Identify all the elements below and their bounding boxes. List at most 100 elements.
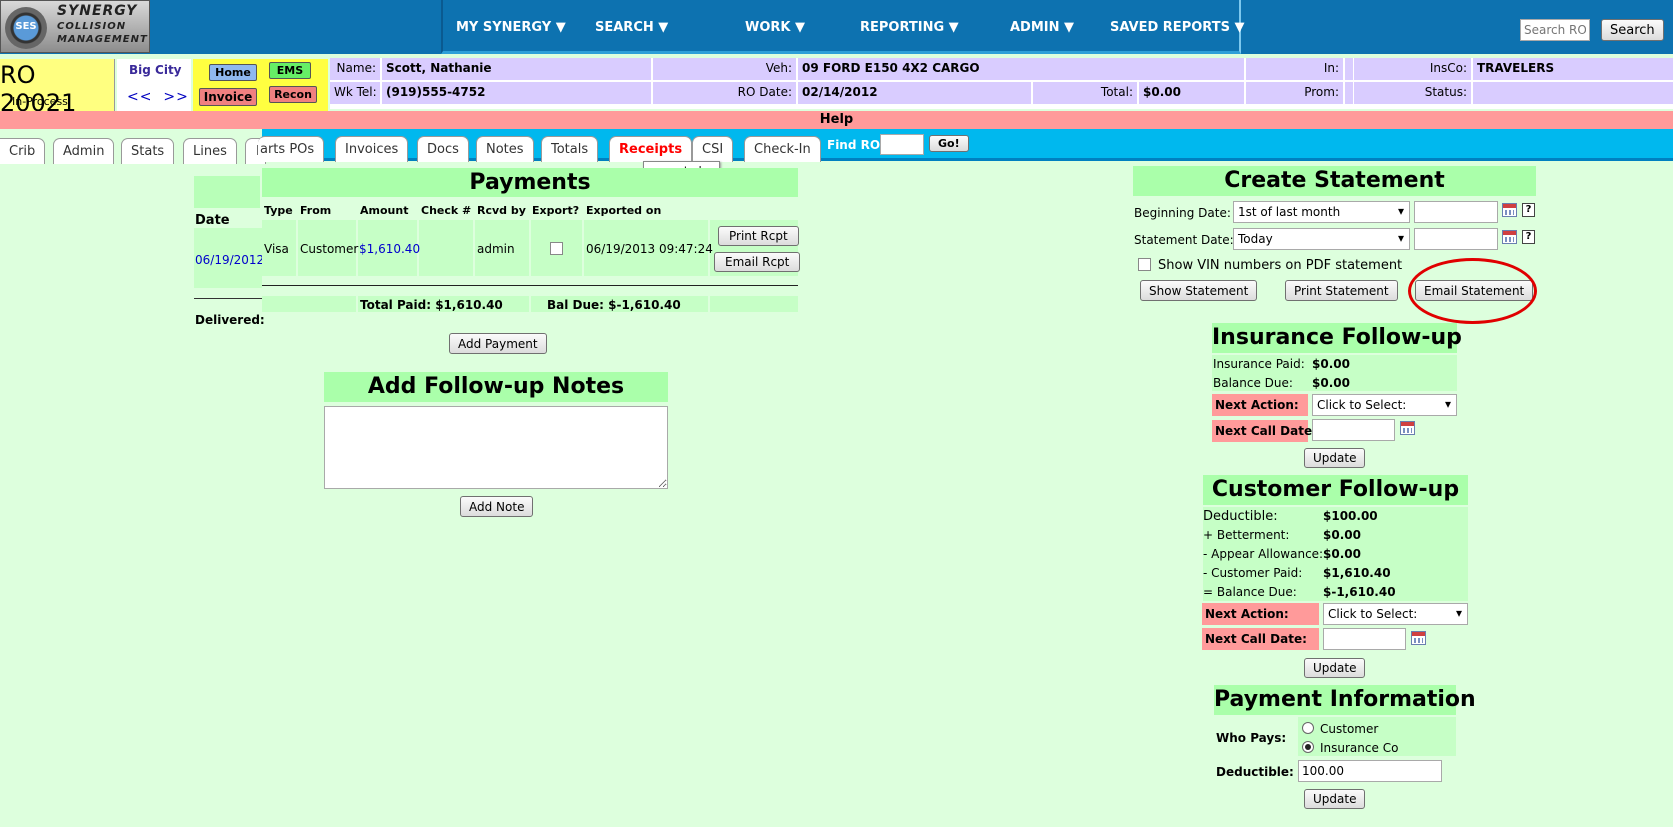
tab-totals[interactable]: Totals [541, 136, 599, 162]
customer-name: Scott, Nathanie [382, 58, 651, 80]
menu-search[interactable]: SEARCH ▼ [595, 20, 668, 35]
add-note-button[interactable]: Add Note [460, 496, 534, 517]
menu-work[interactable]: WORK ▼ [745, 20, 805, 35]
ro-info-grid: Name: Scott, Nathanie Veh: 09 FORD E150 … [330, 58, 1673, 109]
calendar-icon[interactable] [1400, 421, 1415, 435]
insurance-next-action-select[interactable]: Click to Select: [1312, 394, 1457, 416]
followup-notes-textarea[interactable] [324, 406, 668, 489]
print-statement-button[interactable]: Print Statement [1285, 280, 1398, 301]
city-name: Big City [129, 63, 182, 77]
deductible-input[interactable] [1298, 760, 1442, 782]
left-date-value[interactable]: 06/19/2012 [195, 253, 264, 267]
customer-betterment: $0.00 [1323, 528, 1361, 542]
delivered-label: Delivered: [195, 313, 265, 327]
deductible-label: Deductible: [1216, 765, 1294, 779]
ro-date: 02/14/2012 [798, 82, 1031, 104]
tab-check-in[interactable]: Check-In [744, 136, 821, 162]
calendar-icon[interactable] [1411, 631, 1426, 645]
menu-admin[interactable]: ADMIN ▼ [1010, 20, 1074, 35]
menu-my-synergy[interactable]: MY SYNERGY ▼ [456, 20, 566, 35]
find-ro-label: Find RO: [827, 138, 885, 152]
promised-date [1345, 82, 1353, 104]
customer-appear-allowance: $0.00 [1323, 547, 1361, 561]
export-checkbox[interactable] [550, 242, 563, 255]
customer-followup-title: Customer Follow-up [1203, 475, 1468, 505]
show-vin-checkbox[interactable] [1138, 258, 1151, 271]
menu-reporting[interactable]: REPORTING ▼ [860, 20, 959, 35]
insurance-company: TRAVELERS [1473, 58, 1673, 80]
tab-invoices[interactable]: Invoices [335, 136, 409, 162]
who-pays-insurance-radio[interactable] [1302, 741, 1314, 753]
payments-title: Payments [262, 168, 798, 197]
balance-due: Bal Due: $-1,610.40 [547, 298, 681, 312]
help-icon[interactable]: ? [1522, 203, 1535, 217]
ro-status-value [1473, 82, 1673, 104]
divider [194, 298, 262, 299]
tab-stats[interactable]: Stats [121, 138, 175, 164]
who-pays-label: Who Pays: [1216, 731, 1287, 745]
divider [262, 285, 798, 286]
customer-next-action-select[interactable]: Click to Select: [1323, 603, 1468, 625]
app-logo[interactable]: SES SYNERGY COLLISION MANAGEMENT [0, 0, 150, 53]
show-statement-button[interactable]: Show Statement [1140, 280, 1258, 301]
ems-button[interactable]: EMS [269, 62, 311, 79]
payment-amount[interactable]: $1,610.40 [359, 242, 420, 256]
insurance-update-button[interactable]: Update [1304, 448, 1366, 468]
ro-status: In-Process [12, 95, 68, 108]
tab-admin[interactable]: Admin [53, 138, 115, 164]
email-receipt-button[interactable]: Email Rcpt [714, 252, 801, 272]
recon-button[interactable]: Recon [269, 86, 317, 103]
ro-number: RO 20021 [0, 61, 77, 117]
who-pays-customer-radio[interactable] [1302, 722, 1314, 734]
in-date [1345, 58, 1353, 80]
invoice-button[interactable]: Invoice [199, 88, 257, 106]
tab-lines[interactable]: Lines [183, 138, 237, 164]
insurance-balance-due: $0.00 [1312, 376, 1350, 390]
help-bar[interactable]: Help [0, 111, 1673, 129]
menu-saved-reports[interactable]: SAVED REPORTS ▼ [1110, 20, 1244, 35]
tab-docs[interactable]: Docs [417, 136, 469, 162]
search-button[interactable]: Search [1601, 19, 1664, 41]
add-payment-button[interactable]: Add Payment [449, 333, 547, 354]
insurance-paid: $0.00 [1312, 357, 1350, 371]
next-ro-link[interactable]: >> [163, 89, 188, 105]
statement-date-input[interactable] [1414, 228, 1498, 250]
prev-ro-link[interactable]: << [127, 89, 152, 105]
insurance-followup-title: Insurance Follow-up [1212, 323, 1462, 353]
statement-date-label: Statement Date: [1134, 233, 1234, 247]
beginning-date-label: Beginning Date: [1134, 206, 1231, 220]
find-go-button[interactable]: Go! [929, 135, 969, 152]
left-panel-header [194, 176, 260, 208]
tab-notes[interactable]: Notes [476, 136, 534, 162]
ro-total: $0.00 [1139, 82, 1244, 104]
find-ro-input[interactable] [880, 134, 924, 155]
tab-receipts[interactable]: Receipts [609, 136, 693, 162]
highlight-circle [1408, 258, 1537, 324]
beginning-date-input[interactable] [1414, 201, 1498, 223]
customer-next-call-date-input[interactable] [1323, 628, 1406, 650]
vehicle: 09 FORD E150 4X2 CARGO [798, 58, 1244, 80]
payment-exported-on: 06/19/2013 09:47:24 [586, 242, 713, 256]
ro-number-box: RO 20021 In-Process [0, 59, 115, 117]
help-icon[interactable]: ? [1522, 230, 1535, 244]
tab-parts-pos[interactable]: arts POs [258, 136, 325, 162]
payment-info-update-button[interactable]: Update [1304, 789, 1366, 809]
date-header: Date [195, 213, 230, 228]
customer-paid: $1,610.40 [1323, 566, 1391, 580]
print-receipt-button[interactable]: Print Rcpt [718, 226, 799, 246]
home-button[interactable]: Home [209, 64, 257, 81]
work-phone: (919)555-4752 [382, 82, 651, 104]
quick-actions: Home EMS Invoice Recon [193, 59, 328, 111]
insurance-next-call-date-input[interactable] [1312, 419, 1395, 441]
customer-balance-due: $-1,610.40 [1323, 585, 1396, 599]
search-ro-input[interactable] [1520, 19, 1590, 41]
followup-notes-title: Add Follow-up Notes [324, 372, 668, 402]
calendar-icon[interactable] [1502, 203, 1517, 217]
show-vin-label: Show VIN numbers on PDF statement [1158, 258, 1403, 273]
customer-update-button[interactable]: Update [1304, 658, 1366, 678]
statement-date-select[interactable]: Today [1233, 228, 1410, 250]
beginning-date-select[interactable]: 1st of last month [1233, 201, 1410, 223]
tab-crib[interactable]: Crib [0, 138, 46, 164]
tab-csi[interactable]: CSI [692, 136, 734, 162]
calendar-icon[interactable] [1502, 230, 1517, 244]
